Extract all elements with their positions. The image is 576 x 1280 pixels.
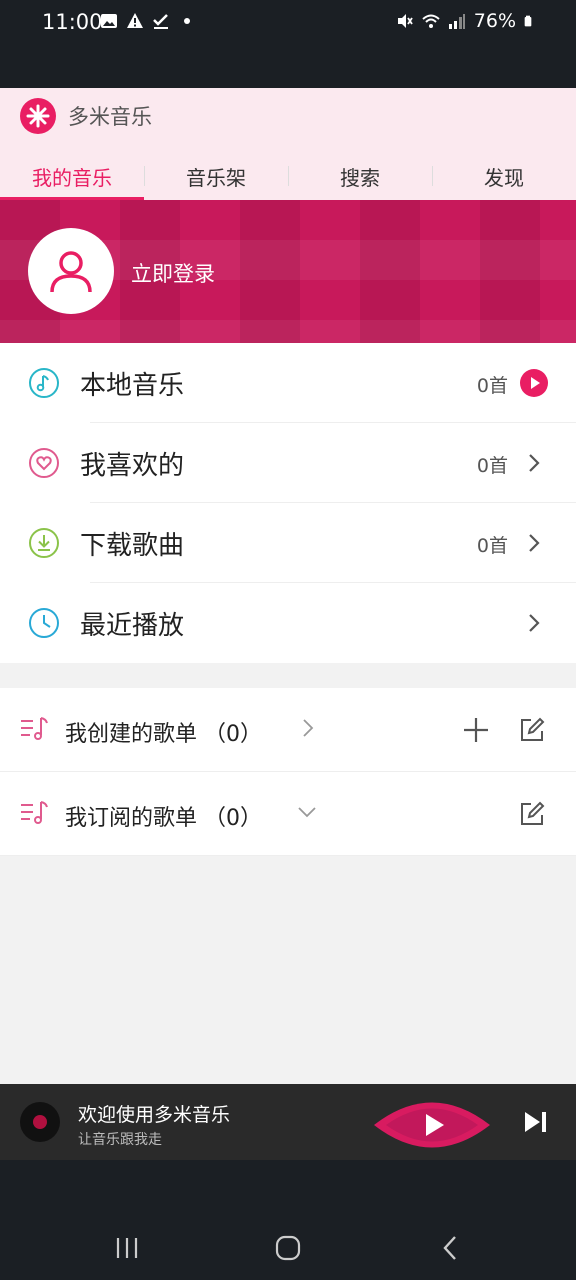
chevron-right-icon[interactable] bbox=[298, 718, 318, 738]
back-icon bbox=[443, 1236, 456, 1260]
tab-search[interactable]: 搜索 bbox=[288, 152, 432, 200]
item-count: 0首 bbox=[476, 375, 508, 397]
playlist-label: 我创建的歌单 （0） bbox=[65, 722, 262, 747]
music-note-icon bbox=[29, 368, 59, 398]
item-label: 我喜欢的 bbox=[80, 451, 185, 481]
download-icon bbox=[29, 528, 59, 558]
subscribed-playlists-row[interactable]: 我订阅的歌单 （0） bbox=[0, 772, 576, 856]
edit-icon[interactable] bbox=[518, 800, 546, 828]
home-icon bbox=[275, 1235, 301, 1261]
gallery-icon bbox=[101, 14, 117, 28]
item-count: 0首 bbox=[476, 455, 508, 477]
login-link[interactable]: 立即登录 bbox=[131, 258, 215, 288]
signal-icon bbox=[448, 14, 465, 29]
app-name: 多米音乐 bbox=[68, 105, 152, 129]
playlists-section: 我创建的歌单 （0） 我订阅的歌单 （0） bbox=[0, 688, 576, 856]
tab-music-shelf[interactable]: 音乐架 bbox=[144, 152, 288, 200]
home-button[interactable] bbox=[268, 1230, 308, 1266]
user-icon bbox=[50, 251, 92, 293]
my-music-list: 本地音乐 0首 我喜欢的 0首 下载歌曲 0首 最近播放 bbox=[0, 343, 576, 663]
chevron-down-icon[interactable] bbox=[297, 802, 317, 822]
list-item-favorites[interactable]: 我喜欢的 0首 bbox=[0, 423, 576, 503]
app-logo-icon bbox=[20, 98, 56, 134]
item-label: 下载歌曲 bbox=[80, 531, 185, 561]
dot-icon bbox=[184, 18, 190, 24]
clock-icon bbox=[29, 608, 59, 638]
item-label: 本地音乐 bbox=[80, 371, 185, 401]
tab-discover[interactable]: 发现 bbox=[432, 152, 576, 200]
main-tabs: 我的音乐 音乐架 搜索 发现 bbox=[0, 152, 576, 200]
playlist-icon bbox=[21, 801, 48, 824]
divider bbox=[0, 855, 576, 856]
status-bar: 11:00 76% bbox=[0, 0, 576, 88]
play-button[interactable] bbox=[372, 1092, 492, 1158]
play-circle-icon[interactable] bbox=[520, 369, 548, 397]
asterisk-icon bbox=[26, 104, 50, 128]
app-header: 多米音乐 我的音乐 音乐架 搜索 发现 bbox=[0, 88, 576, 200]
player-subtitle: 让音乐跟我走 bbox=[78, 1132, 162, 1148]
tab-divider bbox=[288, 166, 289, 186]
chevron-right-icon bbox=[529, 614, 540, 632]
mute-icon bbox=[397, 14, 413, 28]
status-notification-icons bbox=[100, 12, 196, 30]
item-count: 0首 bbox=[476, 535, 508, 557]
warning-icon bbox=[127, 13, 143, 28]
heart-icon bbox=[29, 448, 59, 478]
chevron-right-icon bbox=[529, 454, 540, 472]
next-track-icon[interactable] bbox=[520, 1106, 552, 1138]
album-disc-icon bbox=[20, 1102, 60, 1142]
wifi-icon bbox=[422, 14, 440, 28]
avatar[interactable] bbox=[28, 228, 114, 314]
add-playlist-button[interactable] bbox=[462, 716, 490, 744]
player-title: 欢迎使用多米音乐 bbox=[78, 1104, 231, 1126]
status-time: 11:00 bbox=[42, 10, 103, 34]
back-button[interactable] bbox=[430, 1230, 470, 1266]
user-banner: 立即登录 bbox=[0, 200, 576, 343]
tab-divider bbox=[432, 166, 433, 186]
list-item-recent[interactable]: 最近播放 bbox=[0, 583, 576, 663]
chevron-right-icon bbox=[529, 534, 540, 552]
task-done-icon bbox=[153, 14, 168, 29]
created-playlists-row[interactable]: 我创建的歌单 （0） bbox=[0, 688, 576, 772]
tab-divider bbox=[144, 166, 145, 186]
list-item-downloads[interactable]: 下载歌曲 0首 bbox=[0, 503, 576, 583]
recent-apps-icon bbox=[116, 1238, 138, 1258]
system-nav-bar bbox=[0, 1160, 576, 1280]
battery-percent: 76% bbox=[473, 10, 516, 32]
status-system-icons: 76% bbox=[396, 10, 536, 32]
list-item-local-music[interactable]: 本地音乐 0首 bbox=[0, 343, 576, 423]
playlist-icon bbox=[21, 717, 48, 740]
battery-icon bbox=[524, 15, 532, 27]
app-brand: 多米音乐 bbox=[20, 98, 152, 134]
edit-icon[interactable] bbox=[518, 716, 546, 744]
recent-apps-button[interactable] bbox=[107, 1230, 147, 1266]
playlist-label: 我订阅的歌单 （0） bbox=[65, 806, 262, 831]
tab-my-music[interactable]: 我的音乐 bbox=[0, 152, 144, 200]
mini-player[interactable]: 欢迎使用多米音乐 让音乐跟我走 bbox=[0, 1084, 576, 1160]
item-label: 最近播放 bbox=[80, 611, 185, 641]
